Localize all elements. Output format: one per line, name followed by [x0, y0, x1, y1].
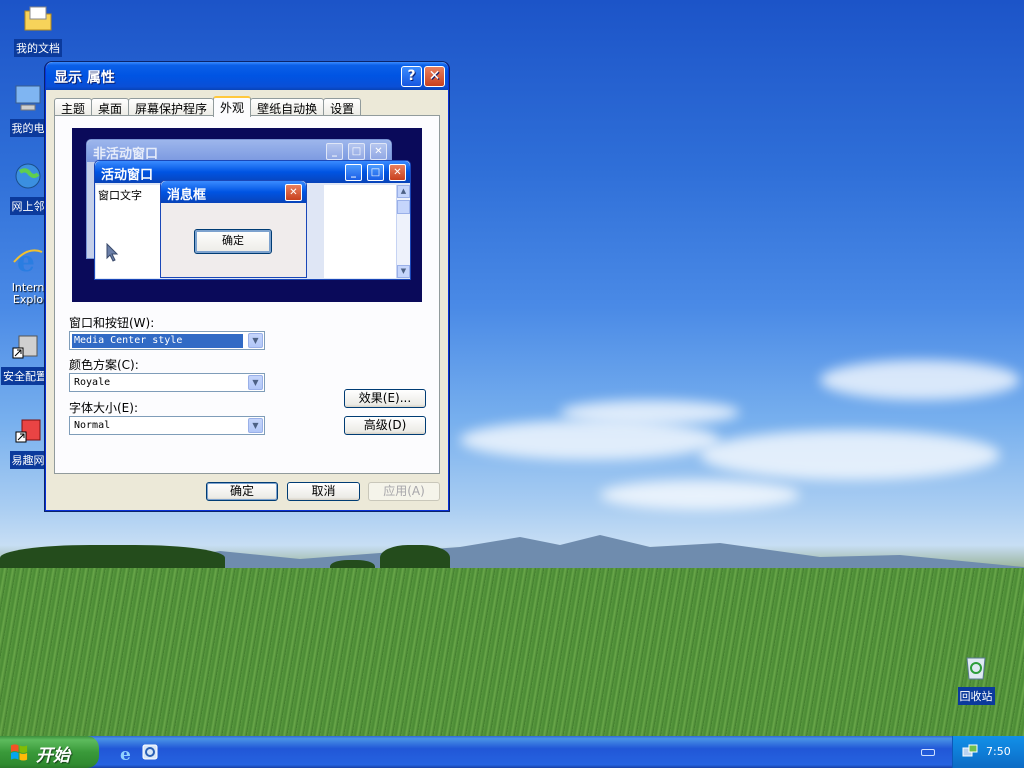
tab-screensaver[interactable]: 屏幕保护程序: [128, 98, 215, 116]
effects-button[interactable]: 效果(E)...: [344, 389, 426, 408]
cloud: [460, 420, 720, 460]
tab-strip: 主题 桌面 屏幕保护程序 外观 壁纸自动换 设置: [54, 96, 362, 117]
dialog-title-bar[interactable]: 显示 属性 ? ✕: [46, 62, 448, 90]
preview-scrollbar: ▲ ▼: [396, 185, 410, 278]
font-size-select[interactable]: Normal ▼: [69, 416, 265, 435]
svg-text:e: e: [120, 745, 131, 762]
keyboard-icon[interactable]: [921, 749, 935, 756]
desktop-icon-label: 易趣网: [9, 451, 47, 469]
scroll-thumb: [397, 200, 410, 214]
advanced-button[interactable]: 高级(D): [344, 416, 426, 435]
chevron-down-icon[interactable]: ▼: [248, 375, 263, 390]
scroll-up-icon: ▲: [397, 185, 410, 198]
internet-explorer-quicklaunch-icon[interactable]: e: [118, 744, 136, 762]
folder-icon: [24, 6, 52, 31]
cloud: [820, 360, 1020, 400]
maximize-icon: □: [367, 164, 384, 181]
apply-button[interactable]: 应用(A): [368, 482, 440, 501]
close-icon: ✕: [285, 184, 302, 201]
windows-buttons-label: 窗口和按钮(W):: [69, 316, 155, 330]
preview-window-body: [324, 185, 396, 278]
close-icon: ✕: [389, 164, 406, 181]
windows-buttons-value: Media Center style: [71, 333, 244, 349]
windows-buttons-select[interactable]: Media Center style ▼: [69, 331, 265, 350]
close-icon: ✕: [370, 143, 387, 160]
tab-wallpaper-changer[interactable]: 壁纸自动换: [250, 98, 325, 116]
preview-window-text: 窗口文字: [98, 189, 142, 202]
close-button[interactable]: ✕: [424, 66, 445, 87]
desktop-icon-my-computer[interactable]: 我的电: [8, 82, 48, 137]
font-size-label: 字体大小(E):: [69, 401, 138, 415]
display-properties-dialog: 显示 属性 ? ✕ 主题 桌面 屏幕保护程序 外观 壁纸自动换 设置 非活动窗口…: [45, 62, 449, 511]
desktop-icon-internet-explorer[interactable]: e Intern Explo: [8, 244, 48, 307]
desktop-icon-label: Intern Explo: [11, 281, 45, 306]
computer-icon: [15, 85, 41, 111]
preview-message-box: 消息框 ✕ 确定: [160, 180, 307, 278]
shortcut-icon: [15, 419, 41, 443]
cancel-button[interactable]: 取消: [287, 482, 360, 501]
clock[interactable]: 7:50: [986, 745, 1011, 758]
desktop-icon-ebay[interactable]: 易趣网: [8, 414, 48, 469]
tab-settings[interactable]: 设置: [323, 98, 362, 116]
security-shortcut-icon: [12, 335, 38, 359]
appearance-panel: 非活动窗口 _ □ ✕ 活动窗口 _ □ ✕ 窗口文字 ▲ ▼ 消息框 ✕ 确定…: [54, 115, 440, 474]
desktop-icon-label: 网上邻: [9, 197, 47, 215]
preview-ok-button: 确定: [194, 229, 272, 254]
taskbar: 开始 e 7:50: [0, 736, 1024, 768]
cloud: [600, 480, 800, 510]
start-label: 开始: [36, 746, 70, 766]
dialog-title: 显示 属性: [54, 70, 115, 86]
cloud: [560, 400, 740, 425]
desktop-icon-label: 我的文档: [14, 39, 62, 57]
tab-desktop[interactable]: 桌面: [91, 98, 130, 116]
color-scheme-select[interactable]: Royale ▼: [69, 373, 265, 392]
color-scheme-label: 颜色方案(C):: [69, 358, 139, 372]
help-icon: ?: [407, 68, 416, 84]
desktop-icon-my-documents[interactable]: 我的文档: [8, 2, 68, 57]
desktop-icon-security-config[interactable]: 安全配置: [0, 330, 50, 385]
desktop-icon-network[interactable]: 网上邻: [8, 160, 48, 215]
system-tray: 7:50: [952, 736, 1024, 768]
tab-themes[interactable]: 主题: [54, 98, 93, 116]
maximize-icon: □: [348, 143, 365, 160]
chevron-down-icon[interactable]: ▼: [248, 418, 263, 433]
desktop-icon-recycle-bin[interactable]: 回收站: [946, 650, 1006, 705]
windows-logo-icon: [10, 744, 28, 761]
help-button[interactable]: ?: [401, 66, 422, 87]
close-icon: ✕: [428, 68, 441, 84]
preview-message-title: 消息框: [167, 188, 207, 203]
minimize-icon: _: [326, 143, 343, 160]
appearance-preview: 非活动窗口 _ □ ✕ 活动窗口 _ □ ✕ 窗口文字 ▲ ▼ 消息框 ✕ 确定: [72, 128, 422, 302]
minimize-icon: _: [345, 164, 362, 181]
chevron-down-icon[interactable]: ▼: [248, 333, 263, 348]
scroll-down-icon: ▼: [397, 265, 410, 278]
desktop-icon-label: 安全配置: [1, 367, 49, 385]
internet-explorer-icon: e: [13, 245, 43, 278]
grass-field: [0, 568, 1024, 736]
network-tray-icon[interactable]: [962, 743, 978, 759]
start-button[interactable]: 开始: [0, 736, 99, 768]
show-desktop-icon[interactable]: [141, 743, 159, 761]
ok-button[interactable]: 确定: [206, 482, 278, 501]
globe-icon: [15, 163, 41, 189]
preview-active-title: 活动窗口: [101, 168, 154, 183]
mouse-cursor-icon: [106, 243, 119, 262]
desktop-icon-label: 回收站: [957, 687, 995, 705]
font-size-value: Normal: [74, 420, 111, 431]
desktop-icon-label: 我的电: [9, 119, 47, 137]
color-scheme-value: Royale: [74, 377, 111, 388]
tab-appearance[interactable]: 外观: [213, 96, 252, 117]
recycle-bin-icon: [966, 657, 986, 680]
cloud: [700, 430, 1000, 480]
